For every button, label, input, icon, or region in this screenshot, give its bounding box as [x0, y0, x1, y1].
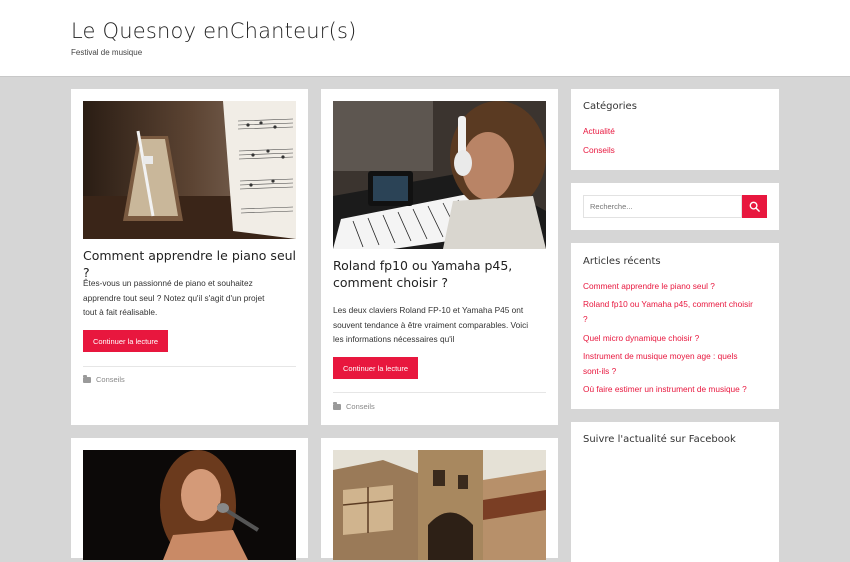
category-link-actualite[interactable]: Actualité [583, 124, 615, 139]
folder-icon [83, 374, 91, 383]
excerpt-line: apprendre tout seul ? Notez qu'il s'agit… [83, 292, 265, 303]
post-thumbnail-castle[interactable] [333, 450, 546, 560]
search-button[interactable] [742, 195, 767, 218]
excerpt-line: Les deux claviers Roland FP-10 et Yamaha… [333, 305, 524, 315]
post-card: Comment apprendre le piano seul ? Êtes-v… [71, 89, 308, 425]
excerpt-line: Êtes-vous un passionné de piano et souha… [83, 278, 253, 288]
continue-reading-button[interactable]: Continuer la lecture [333, 357, 418, 379]
post-thumbnail-keyboard[interactable] [333, 101, 546, 249]
title-line: Roland fp10 ou Yamaha p45, [333, 258, 513, 273]
recent-article-link[interactable]: Instrument de musique moyen age : quels … [583, 349, 773, 379]
category-link-conseils[interactable]: Conseils [583, 143, 615, 158]
title-line: comment choisir ? [333, 275, 449, 290]
excerpt-line: souvent tendance à être vraiment compara… [333, 319, 529, 330]
post-title[interactable]: Roland fp10 ou Yamaha p45, comment chois… [333, 257, 548, 291]
continue-reading-button[interactable]: Continuer la lecture [83, 330, 168, 352]
post-category: Conseils [333, 401, 375, 411]
recent-article-link[interactable]: Où faire estimer un instrument de musiqu… [583, 382, 747, 397]
site-header: Le Quesnoy enChanteur(s) Festival de mus… [0, 0, 850, 77]
post-card [71, 438, 308, 560]
post-excerpt: Êtes-vous un passionné de piano et souha… [83, 276, 298, 320]
recent-articles-title: Articles récents [583, 256, 661, 267]
site-title[interactable]: Le Quesnoy enChanteur(s) [71, 19, 357, 43]
divider [333, 392, 546, 393]
post-category: Conseils [83, 374, 125, 384]
link-line: Roland fp10 ou Yamaha p45, comment chois… [583, 299, 753, 309]
category-link[interactable]: Conseils [346, 402, 375, 411]
link-line: ? [583, 314, 588, 324]
divider [83, 366, 296, 367]
post-thumbnail-metronome[interactable] [83, 101, 296, 239]
post-card [321, 438, 558, 560]
excerpt-line: les informations nécessaires qu'il [333, 334, 455, 344]
categories-title: Catégories [583, 101, 637, 112]
folder-icon [333, 401, 341, 410]
facebook-title: Suivre l'actualité sur Facebook [583, 434, 736, 445]
post-excerpt: Les deux claviers Roland FP-10 et Yamaha… [333, 303, 551, 347]
recent-article-link[interactable]: Roland fp10 ou Yamaha p45, comment chois… [583, 297, 773, 327]
category-link[interactable]: Conseils [96, 375, 125, 384]
link-line: sont-ils ? [583, 366, 617, 376]
post-card: Roland fp10 ou Yamaha p45, comment chois… [321, 89, 558, 425]
post-thumbnail-singer[interactable] [83, 450, 296, 560]
search-input[interactable] [583, 195, 742, 218]
excerpt-line: tout à fait réalisable. [83, 307, 158, 317]
link-line: Instrument de musique moyen age : quels [583, 351, 738, 361]
search-icon [749, 201, 760, 212]
recent-article-link[interactable]: Quel micro dynamique choisir ? [583, 331, 699, 346]
site-description: Festival de musique [71, 48, 143, 57]
recent-article-link[interactable]: Comment apprendre le piano seul ? [583, 279, 715, 294]
